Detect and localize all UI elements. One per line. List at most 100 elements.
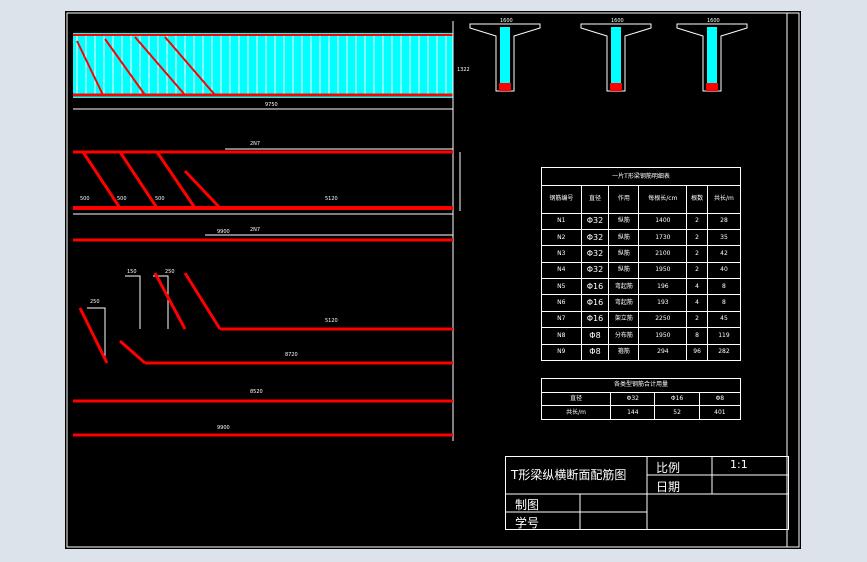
dim-500-a: 500 [80, 196, 90, 202]
table-cell: 119 [706, 327, 742, 345]
rebar-detail-n7: 9900 2N7 [73, 227, 453, 242]
table-cell: 1950 [638, 327, 688, 345]
t-section: 1600 [469, 18, 541, 92]
table-cell: N6 [541, 294, 582, 312]
table-cell: Φ32 [580, 245, 610, 263]
table-row: N4 Φ32 纵筋 1950 2 40 [541, 261, 742, 280]
table-cell: 193 [638, 294, 688, 312]
dim-500-b: 500 [117, 196, 127, 202]
col-header: 直径 [580, 185, 610, 214]
table-cell: Φ8 [580, 327, 610, 345]
table-cell: 4 [686, 294, 708, 312]
hook-250-b: 250 [90, 299, 100, 305]
summary-table: 各类型钢筋合计用量 直径 Φ32 Φ16 Φ8 共长/m 144 52 401 [540, 378, 742, 420]
table-cell: Φ8 [580, 343, 610, 362]
drawn-label: 制图 [515, 498, 540, 512]
table-cell: Φ16 [580, 294, 610, 312]
table-cell: 纵筋 [608, 245, 640, 263]
table-cell: 2100 [638, 245, 688, 263]
rebar-detail-2: 150 250 250 5120 8720 [78, 269, 453, 365]
table-cell: 架立筋 [608, 310, 640, 329]
table-cell: 4 [686, 278, 708, 296]
table-cell: 8 [686, 327, 708, 345]
table-cell: 1950 [638, 261, 688, 280]
table-cell: 弯起筋 [608, 294, 640, 312]
table-cell: 282 [706, 343, 742, 362]
summary-cell: 直径 [540, 391, 612, 407]
table-cell: Φ32 [580, 228, 610, 247]
table-cell: 2 [686, 310, 708, 329]
t-section: 1600 [580, 18, 652, 92]
dim-total: 9750 [265, 102, 278, 108]
summary-cell: Φ32 [610, 391, 656, 407]
summary-cell: 401 [698, 405, 742, 420]
table-row: N8 Φ8 分布筋 1950 8 119 [541, 327, 742, 345]
summary-cell: Φ8 [698, 391, 742, 407]
table-row: N3 Φ32 纵筋 2100 2 42 [541, 245, 742, 263]
section-width: 1600 [500, 18, 513, 24]
full-bar-1-length: 8520 [250, 389, 263, 395]
table-cell: 2 [686, 212, 708, 230]
table-cell: 纵筋 [608, 261, 640, 280]
rebar-table-title: 一片T形梁钢筋明细表 [541, 167, 741, 186]
section-width: 1600 [611, 18, 624, 24]
table-cell: 弯起筋 [608, 278, 640, 296]
table-cell: 1400 [638, 212, 688, 230]
table-cell: 28 [706, 212, 742, 230]
table-cell: 纵筋 [608, 228, 640, 247]
section-width: 1600 [707, 18, 720, 24]
summary-cell: 52 [654, 405, 700, 420]
table-cell: 2 [686, 245, 708, 263]
table-row: N1 Φ32 纵筋 1400 2 28 [541, 212, 742, 230]
col-header: 共长/m [706, 185, 742, 214]
col-header: 作用 [608, 185, 640, 214]
rebar-table: 一片T形梁钢筋明细表 钢筋编号 直径 作用 每根长/cm 根数 共长/m N1 Φ… [541, 167, 742, 362]
top-bar-label: 2N7 [250, 141, 260, 147]
table-cell: N5 [541, 278, 582, 296]
side-elevation: 9750 1322 [73, 21, 470, 441]
t-section: 1600 [676, 18, 748, 92]
table-cell: 2 [686, 261, 708, 280]
table-cell: 294 [638, 343, 688, 362]
n7-length: 9900 [217, 229, 230, 235]
table-cell: N7 [541, 310, 582, 329]
n7-label: 2N7 [250, 227, 260, 233]
summary-cell: 144 [610, 405, 656, 420]
table-cell: 40 [706, 261, 742, 280]
table-cell: 1730 [638, 228, 688, 247]
table-cell: 纵筋 [608, 212, 640, 230]
student-label: 学号 [515, 516, 540, 530]
table-cell: N2 [541, 228, 582, 247]
n3-length: 5120 [325, 318, 338, 324]
table-row: N9 Φ8 箍筋 294 96 282 [541, 343, 742, 362]
n1-length: 5120 [325, 196, 338, 202]
summary-title: 各类型钢筋合计用量 [541, 378, 741, 393]
table-row: N6 Φ16 弯起筋 193 4 8 [541, 294, 742, 312]
table-cell: 箍筋 [608, 343, 640, 362]
dim-500-c: 500 [155, 196, 165, 202]
table-cell: 8 [706, 278, 742, 296]
col-header: 钢筋编号 [541, 185, 582, 214]
table-cell: 2 [686, 228, 708, 247]
table-cell: 35 [706, 228, 742, 247]
cross-sections: 1600 1600 1600 [469, 18, 748, 92]
scale-value: 1:1 [730, 458, 748, 471]
table-cell: N4 [541, 261, 582, 280]
table-cell: 分布筋 [608, 327, 640, 345]
table-cell: N9 [541, 343, 582, 362]
table-cell: N1 [541, 212, 582, 230]
table-cell: N3 [541, 245, 582, 263]
table-cell: Φ16 [580, 310, 610, 329]
table-cell: 45 [706, 310, 742, 329]
table-row: N5 Φ16 弯起筋 196 4 8 [541, 278, 742, 296]
summary-cell: 共长/m [540, 405, 612, 420]
table-cell: Φ16 [580, 278, 610, 296]
rebar-detail-3: 8520 9900 [73, 389, 453, 437]
full-bar-2-length: 9900 [217, 425, 230, 431]
hook-250: 250 [165, 269, 175, 275]
table-row: N2 Φ32 纵筋 1730 2 35 [541, 228, 742, 247]
table-cell: 96 [686, 343, 708, 362]
dim-height: 1322 [457, 67, 470, 73]
drawing-sheet: 9750 1322 2N7 5120 500 500 500 9900 2N7 … [65, 11, 801, 549]
drawing-title: T形梁纵横断面配筋图 [511, 468, 627, 482]
